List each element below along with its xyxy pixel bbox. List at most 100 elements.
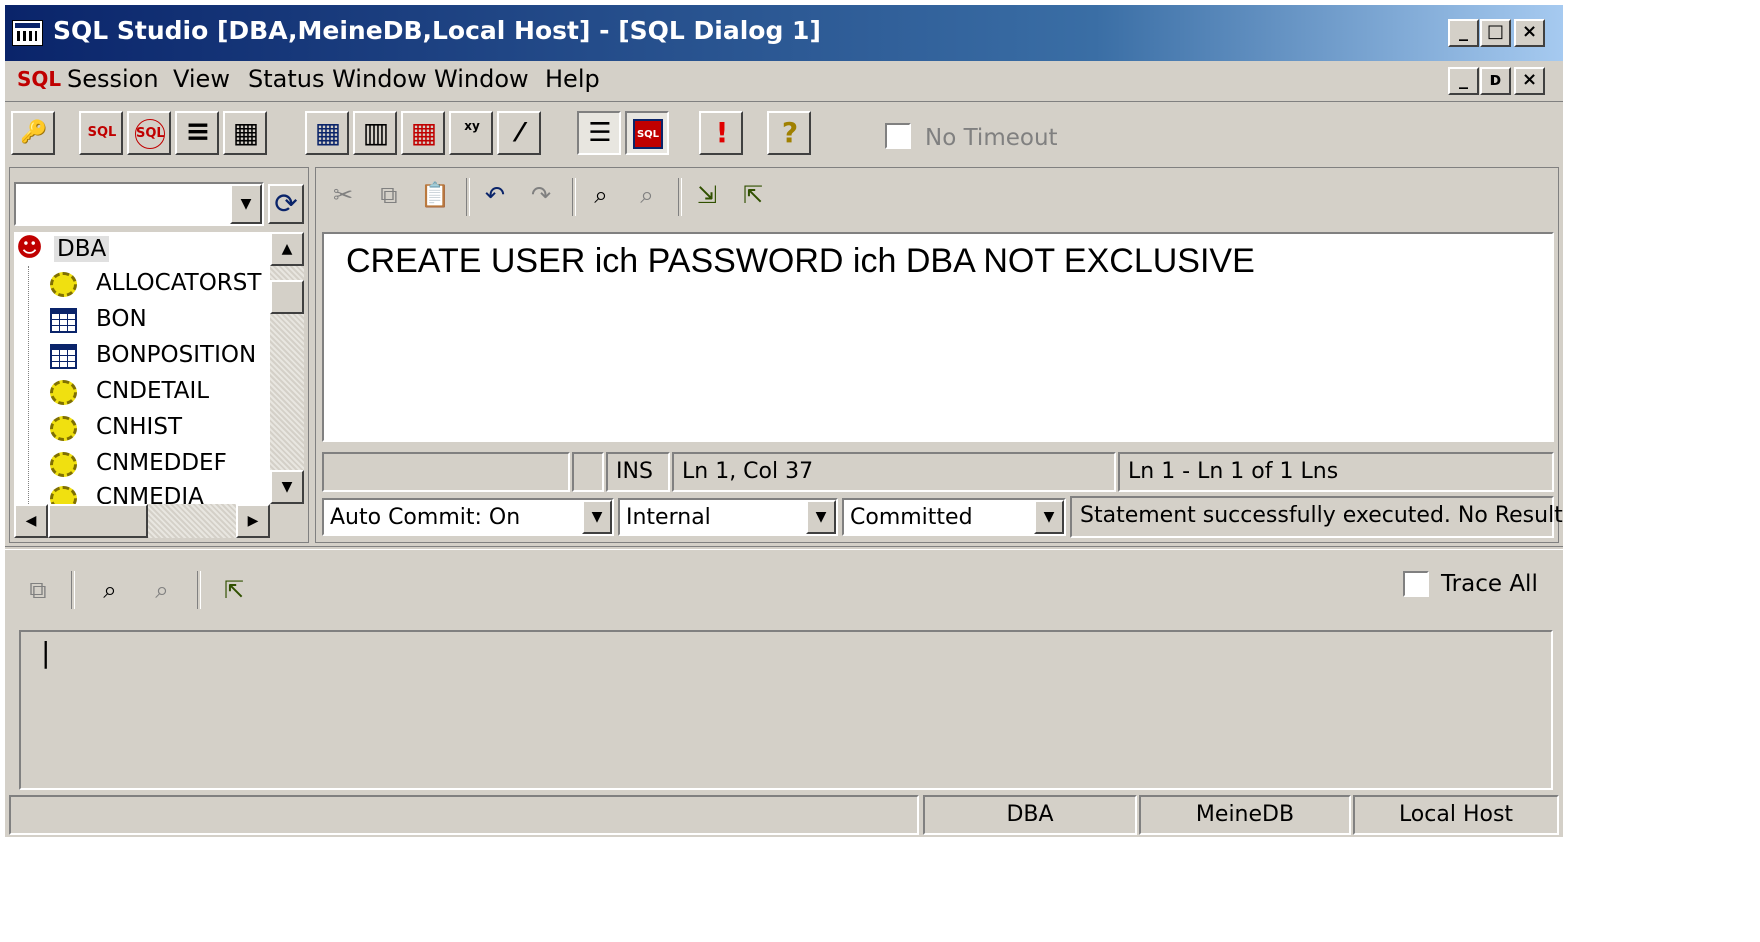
tree-vertical-scrollbar[interactable]: ▲ ▼	[270, 232, 304, 504]
isolation-select[interactable]: Committed ▼	[842, 498, 1066, 536]
user-icon: ☻	[16, 233, 44, 263]
sql-window-button[interactable]: SQL	[625, 111, 669, 155]
connect-icon: 🔑	[20, 120, 48, 145]
main-toolbar: 🔑 SQL SQL ≡ ▦ ▦ ▥ ▦ xy ⁄ ☰ SQL ! ? No Ti…	[5, 101, 1563, 162]
grid-icon: ▦	[232, 116, 260, 149]
auto-commit-select[interactable]: Auto Commit: On ▼	[322, 498, 614, 536]
execution-status: Statement successfully executed. No Resu…	[1070, 496, 1563, 538]
cursor-position: Ln 1, Col 37	[672, 452, 1116, 492]
find-icon[interactable]: ⌕	[584, 178, 618, 212]
separator	[197, 571, 201, 609]
xy-button[interactable]: xy	[449, 111, 493, 155]
sql-mode-dropdown[interactable]: ▼	[806, 500, 836, 534]
auto-commit-dropdown[interactable]: ▼	[582, 500, 612, 534]
list-icon: ≡	[185, 114, 211, 149]
scroll-left-button[interactable]: ◀	[14, 504, 48, 538]
maximize-button[interactable]: □	[1480, 19, 1511, 47]
table-icon: ▦	[314, 116, 342, 149]
trace-output[interactable]: |	[19, 630, 1553, 790]
scroll-down-button[interactable]: ▼	[270, 470, 304, 504]
connect-button[interactable]: 🔑	[11, 111, 55, 155]
gear-icon	[50, 272, 77, 297]
tree-line	[28, 266, 29, 504]
redo-icon[interactable]: ↷	[524, 178, 558, 212]
statusbar-blank	[9, 795, 919, 835]
splitter[interactable]	[5, 546, 1563, 550]
separator	[678, 178, 682, 216]
scroll-up-button[interactable]: ▲	[270, 232, 304, 266]
refresh-button[interactable]: ⟳	[268, 184, 304, 224]
tree-root-label: DBA	[54, 236, 110, 262]
scroll-right-button[interactable]: ▶	[236, 504, 270, 538]
separator	[71, 571, 75, 609]
find-icon[interactable]: ⌕	[93, 573, 127, 607]
h-scroll-thumb[interactable]	[48, 504, 148, 538]
tree-item-label: BON	[96, 306, 147, 332]
application-window: SQL Studio [DBA,MeineDB,Local Host] - [S…	[5, 5, 1563, 837]
sql-execute-button[interactable]: SQL	[127, 111, 171, 155]
wand-button[interactable]: ⁄	[497, 111, 541, 155]
calculator-icon: ▥	[362, 116, 390, 149]
gear-icon	[50, 486, 77, 504]
table-red-button[interactable]: ▦	[401, 111, 445, 155]
isolation-value: Committed	[850, 505, 973, 530]
sql-mode-select[interactable]: Internal ▼	[618, 498, 838, 536]
grid-button[interactable]: ▦	[223, 111, 267, 155]
cut-icon[interactable]: ✂	[326, 178, 360, 212]
menu-bar: SQL Session View Status Window Window He…	[5, 65, 1563, 99]
import-icon[interactable]: ⇲	[690, 178, 724, 212]
tree-item-label: CNHIST	[96, 414, 182, 440]
close-button[interactable]: ×	[1514, 19, 1545, 47]
find-next-icon[interactable]: ⌕	[145, 573, 179, 607]
find-next-icon[interactable]: ⌕	[630, 178, 664, 212]
separator	[572, 178, 576, 216]
export-icon[interactable]: ⇱	[217, 573, 251, 607]
tree-view-icon: ☰	[588, 118, 612, 148]
calculator-button[interactable]: ▥	[353, 111, 397, 155]
menu-view[interactable]: View	[173, 65, 230, 93]
undo-icon[interactable]: ↶	[478, 178, 512, 212]
sql-menu-icon[interactable]: SQL	[17, 67, 61, 91]
menu-help[interactable]: Help	[545, 65, 600, 93]
trace-all-checkbox[interactable]	[1403, 571, 1429, 597]
mdi-restore-button[interactable]: ᴅ	[1480, 67, 1511, 95]
status-host: Local Host	[1353, 795, 1559, 835]
export-icon[interactable]: ⇱	[736, 178, 770, 212]
mdi-close-button[interactable]: ×	[1514, 67, 1545, 95]
tree-item-label: BONPOSITION	[96, 342, 257, 368]
table-button[interactable]: ▦	[305, 111, 349, 155]
menu-session[interactable]: Session	[67, 65, 159, 93]
alert-icon: !	[715, 116, 729, 149]
isolation-dropdown[interactable]: ▼	[1034, 500, 1064, 534]
no-timeout-checkbox[interactable]	[885, 123, 911, 149]
line-info: Ln 1 - Ln 1 of 1 Lns	[1118, 452, 1554, 492]
menu-status-window[interactable]: Status Window	[248, 65, 427, 93]
sql-editor[interactable]: CREATE USER ich PASSWORD ich DBA NOT EXC…	[322, 232, 1554, 442]
xy-icon: xy	[464, 119, 480, 133]
sql-window-icon: SQL	[633, 119, 663, 149]
gear-icon	[50, 452, 77, 477]
minimize-button[interactable]: _	[1448, 19, 1479, 47]
insert-mode: INS	[606, 452, 670, 492]
tree-view-button[interactable]: ☰	[577, 111, 621, 155]
table-icon	[50, 308, 77, 333]
app-icon[interactable]	[12, 20, 43, 46]
copy-icon[interactable]: ⧉	[21, 573, 55, 607]
sql-editor-panel: ✂ ⧉ 📋 ↶ ↷ ⌕ ⌕ ⇲ ⇱ CREATE USER ich PASSWO…	[315, 167, 1563, 543]
mdi-minimize-button[interactable]: _	[1448, 67, 1479, 95]
paste-icon[interactable]: 📋	[418, 178, 452, 212]
scroll-thumb[interactable]	[270, 280, 304, 314]
sql-button[interactable]: SQL	[79, 111, 123, 155]
copy-icon[interactable]: ⧉	[372, 178, 406, 212]
table-icon	[50, 344, 77, 369]
list-button[interactable]: ≡	[175, 111, 219, 155]
tree-horizontal-scrollbar[interactable]: ◀ ▶	[14, 504, 270, 538]
trace-toolbar: ⧉ ⌕ ⌕ ⇱	[9, 553, 1559, 609]
schema-combo[interactable]: ▼	[14, 182, 264, 226]
separator	[466, 178, 470, 216]
tree-item-label: CNMEDDEF	[96, 450, 227, 476]
schema-combo-dropdown[interactable]: ▼	[230, 184, 262, 224]
menu-window[interactable]: Window	[434, 65, 529, 93]
help-button[interactable]: ?	[767, 111, 811, 155]
execute-button[interactable]: !	[699, 111, 743, 155]
